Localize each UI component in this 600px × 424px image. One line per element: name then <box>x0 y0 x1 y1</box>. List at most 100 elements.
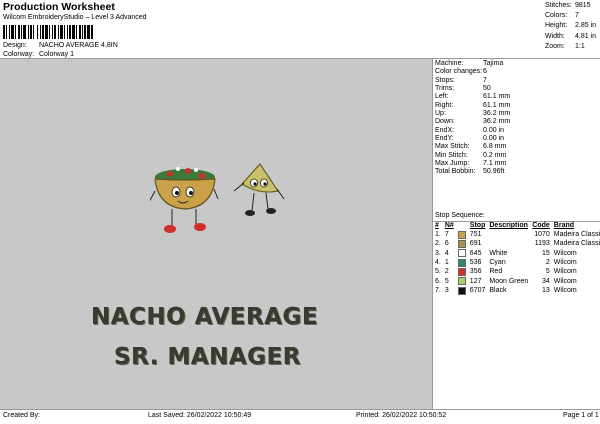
row-stop: 751 <box>469 230 482 238</box>
summary-block: Stitches: 9815 Colors: 7 Height: 2.85 in Wi… <box>545 1 596 52</box>
property-label: EndX: <box>435 126 455 134</box>
summary-label: Stitches: <box>545 2 572 9</box>
created-by: Created By: <box>3 412 40 419</box>
summary-row: Zoom: 1:1 <box>545 42 596 52</box>
row-code: 13 <box>542 286 550 294</box>
row-index: 1. <box>435 230 441 238</box>
property-value: 7.1 mm <box>483 160 507 168</box>
barcode <box>3 25 93 39</box>
summary-row: Height: 2.85 in <box>545 21 596 31</box>
page-number: Page 1 of 1 <box>563 412 599 419</box>
property-row: Machine: Tajima <box>435 60 510 68</box>
color-swatch <box>457 277 466 286</box>
property-label: Down: <box>435 118 455 126</box>
property-value: 50 <box>483 85 491 93</box>
property-value: 7 <box>483 76 487 84</box>
row-brand: Wilcom <box>553 277 577 285</box>
row-description: Red <box>489 268 503 276</box>
summary-row: Stitches: 9815 <box>545 1 596 11</box>
row-stop: 536 <box>469 258 482 266</box>
property-row: Up: 36.2 mm <box>435 110 510 118</box>
row-code: 5 <box>545 268 550 276</box>
summary-value: 1:1 <box>575 42 585 50</box>
row-swatch <box>457 249 470 258</box>
design-row: Design: NACHO AVERAGE 4,8IN <box>3 42 118 49</box>
color-swatch <box>457 230 466 239</box>
table-row: 5. 2 356 Red 5 Wilcom <box>435 267 600 277</box>
property-row: Down: 36.2 mm <box>435 118 510 126</box>
row-brand: Madeira Classic 40 <box>553 240 600 248</box>
table-row: 6. 5 127 Moon Green 34 Wilcom <box>435 277 600 286</box>
vertical-divider <box>432 59 433 409</box>
property-row: Stops: 7 <box>435 77 510 85</box>
table-row: 2. 6 691 1193 Madeira Classic 40 <box>435 239 600 249</box>
property-row: Max Stitch: 6.8 mm <box>435 143 510 151</box>
row-swatch <box>457 230 470 240</box>
stop-sequence-title: Stop Sequence: <box>435 212 485 219</box>
property-value: 0.2 mm <box>483 151 507 159</box>
property-value: 36.2 mm <box>483 110 511 118</box>
summary-label: Colors: <box>545 12 568 20</box>
color-swatch <box>457 249 466 258</box>
col-header-code: Code <box>532 222 550 229</box>
row-description: Cyan <box>489 258 506 266</box>
col-header-description: Description <box>489 222 528 229</box>
row-needle: 4 <box>444 249 449 257</box>
property-row: Max Jump: 7.1 mm <box>435 160 510 168</box>
design-label: Design: <box>3 42 27 49</box>
property-row: Min Stitch: 0.2 mm <box>435 152 510 160</box>
property-label: EndY: <box>435 135 454 143</box>
row-brand: Wilcom <box>553 258 577 266</box>
row-code: 1193 <box>534 240 550 248</box>
row-code: 2 <box>545 258 550 266</box>
summary-row: Colors: 7 <box>545 11 596 21</box>
property-value: 6 <box>483 68 487 76</box>
design-text-line1: NACHO AVERAGE <box>91 304 319 330</box>
row-index: 3. <box>435 249 441 257</box>
row-index: 5. <box>435 268 441 276</box>
property-label: Total Bobbin: <box>435 168 476 176</box>
summary-value: 2.85 in <box>575 22 597 30</box>
col-header-swatch <box>458 222 470 231</box>
row-swatch <box>457 267 470 277</box>
row-swatch <box>457 277 470 286</box>
design-text-line2: SR. MANAGER <box>114 344 301 370</box>
row-code: 1070 <box>534 230 550 238</box>
summary-label: Width: <box>545 32 565 40</box>
property-label: Max Stitch: <box>435 143 470 151</box>
property-value: 61.1 mm <box>483 93 511 101</box>
property-label: Right: <box>435 101 454 109</box>
col-header-brand: Brand <box>553 222 575 229</box>
machine-properties: Machine: Tajima Color changes:6 Stops: 7 T… <box>435 60 510 177</box>
property-label: Color changes: <box>435 68 483 76</box>
row-stop: 645 <box>469 249 482 257</box>
color-swatch <box>457 267 466 276</box>
property-label: Left: <box>435 93 449 101</box>
row-brand: Wilcom <box>553 249 577 257</box>
property-row: Color changes:6 <box>435 68 510 76</box>
page-title: Production Worksheet <box>3 1 115 13</box>
property-row: Left: 61.1 mm <box>435 93 510 101</box>
row-swatch <box>457 286 470 296</box>
design-value: NACHO AVERAGE 4,8IN <box>38 42 118 49</box>
property-row: Trims: 50 <box>435 85 510 93</box>
row-needle: 7 <box>444 230 449 238</box>
table-row: 3. 4 645 White 15 Wilcom <box>435 249 600 258</box>
property-label: Up: <box>435 110 446 118</box>
row-code: 15 <box>542 249 550 257</box>
row-description: Moon Green <box>489 277 529 285</box>
footer-divider <box>0 409 600 410</box>
property-label: Stops: <box>435 76 455 84</box>
property-value: 0.00 in <box>483 135 505 143</box>
colorway-label: Colorway: <box>3 51 35 58</box>
property-label: Machine: <box>435 60 464 67</box>
col-header-stop: Stop <box>469 222 486 229</box>
summary-label: Zoom: <box>545 42 565 50</box>
summary-value: 9815 <box>575 2 591 9</box>
property-label: Trims: <box>435 85 455 93</box>
printed-date: Printed: 26/02/2022 10:50:52 <box>356 412 447 419</box>
property-row: Total Bobbin: 50.96ft <box>435 168 510 176</box>
summary-value: 7 <box>575 12 579 20</box>
row-description <box>489 240 532 249</box>
property-value: 0.00 in <box>483 126 505 134</box>
